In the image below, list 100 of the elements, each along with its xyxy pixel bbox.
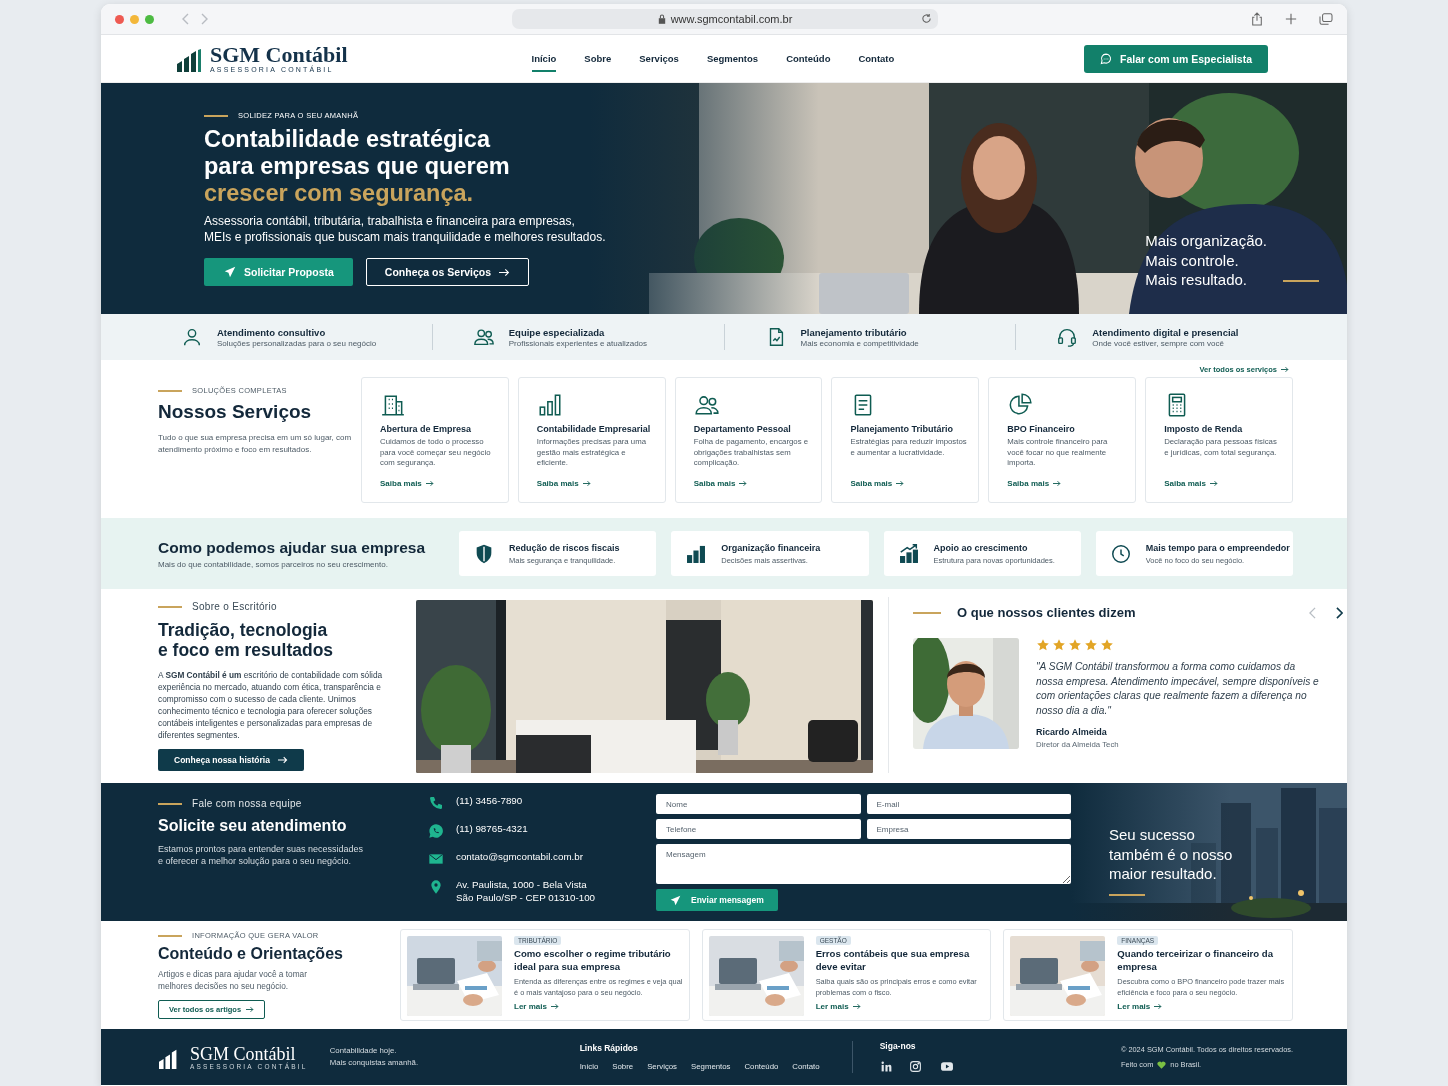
hero-tagline: Mais organização. Mais controle. Mais resultado. <box>1145 231 1267 290</box>
arrow-right-icon <box>425 480 434 487</box>
history-button[interactable]: Conheça nossa história <box>158 749 304 771</box>
services-button[interactable]: Conheça os Serviços <box>365 258 530 286</box>
contact-text: Estamos prontos para entender suas necessidades e oferecer a melhor solução para o seu negócio. <box>158 843 365 867</box>
logo-name: SGM Contábil <box>210 44 348 66</box>
arrow-right-icon <box>739 480 748 487</box>
logo-bars-icon <box>176 49 202 73</box>
contact-detail: contato@sgmcontabil.com.br <box>456 851 584 864</box>
service-title: Imposto de Renda <box>1164 424 1244 434</box>
learn-more-link[interactable]: Saiba mais <box>536 479 655 488</box>
proposal-button[interactable]: Solicitar Proposta <box>204 258 353 286</box>
reload-icon[interactable] <box>921 13 932 24</box>
arrow-right-icon <box>852 1003 861 1010</box>
benefit-title: Mais tempo para o empreendedor <box>1145 542 1290 553</box>
new-tab-icon[interactable] <box>1285 13 1297 25</box>
linkedin-icon[interactable] <box>879 1060 893 1073</box>
arrow-right-icon <box>550 1003 559 1010</box>
learn-more-link[interactable]: Saiba mais <box>1164 479 1282 488</box>
form-field[interactable]: E-mail <box>866 794 1071 814</box>
hero-title: Contabilidade estratégica para empresas que querem <box>204 126 510 180</box>
nav-link[interactable]: Contato <box>858 45 895 72</box>
hero-subtitle: Assessoria contábil, tributária, trabalhista e financeira para empresas, MEIs e profissionais que buscam mais tranquilidade e melhores resultados. <box>204 213 607 245</box>
bar-chart-icon <box>536 392 563 418</box>
arrow-right-icon <box>1154 1003 1163 1010</box>
contact-eyebrow: Fale com nossa equipe <box>192 798 302 809</box>
tabs-overview-icon[interactable] <box>1319 13 1333 25</box>
article-title: Quando terceirizar o financeiro da empresa <box>1117 948 1274 973</box>
service-title: Contabilidade Empresarial <box>536 424 652 434</box>
testimonials-title: O que nossos clientes dizem <box>957 605 1137 620</box>
read-more-link[interactable]: Ler mais <box>514 1002 559 1011</box>
highlight-text: Soluções personalizadas para o seu negócio <box>217 338 377 348</box>
contact-detail: (11) 98765-4321 <box>456 823 528 836</box>
service-title: Planejamento Tributário <box>850 424 954 434</box>
lock-icon <box>657 14 666 24</box>
about-eyebrow: Sobre o Escritório <box>192 601 277 612</box>
help-subtitle: Mais do que contabilidade, somos parceiros no seu crescimento. <box>158 559 389 569</box>
mail-icon <box>428 851 444 867</box>
address-bar[interactable]: www.sgmcontabil.com.br <box>512 9 938 29</box>
nav-link[interactable]: Conteúdo <box>786 45 831 72</box>
highlight-text: Onde você estiver, sempre com você <box>1092 338 1225 348</box>
arrow-right-icon <box>499 267 511 277</box>
about-text: A SGM Contábil é um escritório de contabilidade com sólida experiência no mercado, atuando com ética, transparência e compromisso com o sucesso de cada cliente. Unimos conhecimento técnico e tecnologia para oferecer soluções contábeis inteligentes e personalizadas para empresas de diferentes segmentes. <box>158 669 384 741</box>
highlight-title: Equipe especializada <box>508 326 606 338</box>
contact-slogan: Seu sucesso também é o nosso maior resultado. <box>1109 825 1233 884</box>
service-title: Departamento Pessoal <box>693 424 792 434</box>
form-field[interactable]: Empresa <box>866 819 1071 839</box>
learn-more-link[interactable]: Saiba mais <box>1007 479 1126 488</box>
contact-detail: (11) 3456-7890 <box>456 795 523 808</box>
form-field[interactable]: Telefone <box>656 819 861 839</box>
message-field[interactable]: Mensagem <box>656 844 1071 884</box>
specialist-button[interactable]: Falar com um Especialista <box>1084 44 1268 73</box>
content-text: Artigos e dicas para ajudar você a tomar melhores decisões no seu negócio. <box>158 969 308 992</box>
highlight-text: Mais economia e competitividade <box>800 338 919 348</box>
send-button[interactable]: Enviar mensagem <box>656 889 778 911</box>
help-title: Como podemos ajudar sua empresa <box>158 538 427 557</box>
learn-more-link[interactable]: Saiba mais <box>850 479 969 488</box>
read-more-link[interactable]: Ler mais <box>815 1002 861 1011</box>
close-window-control[interactable] <box>115 14 124 24</box>
nav-link[interactable]: Início <box>531 45 557 72</box>
testimonial-quote: "A SGM Contábil transformou a forma como cuidamos da nossa empresa. Atendimento impecável, sempre disponíveis e com orientações claras que realmente fazem a diferença no nosso dia a dia." <box>1036 660 1320 718</box>
form-field[interactable]: Nome <box>656 794 861 814</box>
contact-detail: Av. Paulista, 1000 - Bela Vista São Paulo/SP - CEP 01310-100 <box>456 879 596 904</box>
hero-title-accent: crescer com segurança. <box>204 180 474 207</box>
arrow-right-icon <box>582 480 591 487</box>
nav-link[interactable]: Segmentos <box>706 45 759 72</box>
zoom-window-control[interactable] <box>145 14 154 24</box>
services-text: Tudo o que sua empresa precisa em um só lugar, com atendimento próximo e foco em resultados. <box>158 432 353 456</box>
read-more-link[interactable]: Ler mais <box>1117 1002 1163 1011</box>
benefit-title: Organização financeira <box>721 542 821 553</box>
social-heading: Siga-nos <box>879 1041 917 1051</box>
location-pin-icon <box>428 879 444 895</box>
service-title: BPO Financeiro <box>1007 424 1076 434</box>
arrow-right-icon <box>246 1006 255 1013</box>
instagram-icon[interactable] <box>908 1060 922 1073</box>
nav-link[interactable]: Serviços <box>639 45 679 72</box>
chat-icon <box>1100 52 1113 65</box>
clock-icon <box>1109 542 1132 565</box>
share-icon[interactable] <box>1251 12 1263 26</box>
nav-link[interactable]: Sobre <box>584 45 612 72</box>
services-title: Nossos Serviços <box>158 401 313 423</box>
phone-icon <box>428 795 444 811</box>
highlight-title: Atendimento digital e presencial <box>1092 326 1239 338</box>
growth-chart-icon <box>897 542 920 565</box>
chat-bubble-icon <box>428 823 444 839</box>
send-icon <box>670 894 681 906</box>
heart-icon <box>1157 1060 1167 1069</box>
links-heading: Links Rápidos <box>579 1043 639 1053</box>
send-icon <box>224 266 236 278</box>
benefit-title: Apoio ao crescimento <box>933 542 1029 553</box>
learn-more-link[interactable]: Saiba mais <box>693 479 812 488</box>
user-icon <box>181 326 203 348</box>
arrow-right-icon <box>1209 480 1218 487</box>
client-name: Ricardo Almeida <box>1036 727 1108 737</box>
highlight-title: Planejamento tributário <box>800 326 908 338</box>
url-text: www.sgmcontabil.com.br <box>670 13 793 25</box>
arrow-right-icon <box>1281 366 1289 373</box>
learn-more-link[interactable]: Saiba mais <box>380 479 498 488</box>
highlight-text: Profissionais experientes e atualizados <box>508 338 648 348</box>
service-title: Abertura de Empresa <box>380 424 473 434</box>
